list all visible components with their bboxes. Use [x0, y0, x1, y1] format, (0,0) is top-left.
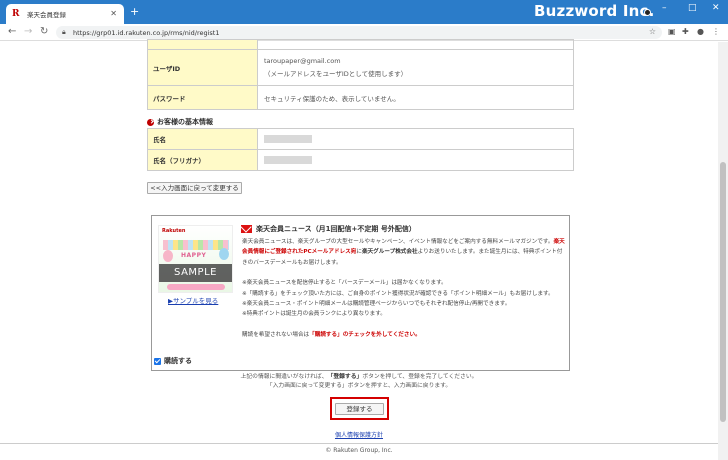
notice-text: ボタンを押して、登録を完了してください。	[362, 374, 478, 380]
basic-info-table: 氏名 氏名（フリガナ）	[147, 128, 574, 171]
browser-title-bar: R 楽天会員登録 ✕ + Buzzword Inc. – □ ✕	[0, 0, 728, 24]
optout-red: 「購読する」のチェックを外してください。	[309, 331, 421, 338]
register-button[interactable]: 登録する	[335, 403, 384, 415]
subscribe-checkbox[interactable]	[154, 357, 161, 365]
newsletter-box: Rakuten HAPPY SAMPLE ▶サンプルを見る 楽天会員ニュース（月…	[151, 215, 570, 371]
rakuten-favicon-icon: R	[12, 8, 20, 19]
close-window-button[interactable]: ✕	[712, 3, 720, 13]
name-label: 氏名	[147, 128, 258, 150]
bookmark-star-icon[interactable]: ☆	[649, 27, 656, 36]
newsletter-paragraph: 楽天会員ニュースは、楽天グループの大型セールやキャンペーン、イベント情報などをご…	[242, 237, 567, 268]
profile-icon[interactable]	[644, 9, 651, 16]
furigana-label: 氏名（フリガナ）	[147, 149, 258, 171]
user-id-note: （メールアドレスをユーザIDとして使用します）	[264, 70, 408, 78]
basic-info-heading-text: お客様の基本情報	[157, 118, 213, 126]
basic-info-heading: お客様の基本情報	[147, 117, 213, 127]
user-id-value: taroupaper@gmail.com （メールアドレスをユーザIDとして使用…	[257, 49, 574, 86]
optout-text: 購読を希望されない場合は「購読する」のチェックを外してください。	[242, 330, 567, 340]
address-bar[interactable]: 🔒︎ https://grp01.id.rakuten.co.jp/rms/ni…	[56, 26, 662, 39]
page-footer: © Rakuten Group, Inc.	[0, 443, 718, 460]
back-to-input-button[interactable]: <<入力画面に戻って変更する	[147, 182, 242, 194]
page-content: ユーザID taroupaper@gmail.com （メールアドレスをユーザI…	[0, 39, 718, 460]
url-text: https://grp01.id.rakuten.co.jp/rms/nid/r…	[73, 28, 220, 37]
forward-arrow-icon[interactable]: →	[24, 26, 32, 37]
name-redacted	[264, 135, 312, 143]
tab-title: 楽天会員登録	[27, 11, 66, 19]
newsletter-title: 楽天会員ニュース（月1回配信+不定期 号外配信）	[241, 224, 416, 234]
lock-icon: 🔒︎	[62, 28, 66, 36]
balloon-icon	[163, 250, 173, 262]
note-item: ※「購読する」をチェック頂いた方には、ご自身のポイント獲得状況が確認できる「ポイ…	[242, 290, 554, 297]
newsletter-sample-image[interactable]: Rakuten HAPPY SAMPLE	[158, 225, 233, 293]
new-tab-button[interactable]: +	[130, 6, 139, 17]
view-sample-link[interactable]: ▶サンプルを見る	[168, 295, 218, 305]
password-label: パスワード	[147, 85, 258, 110]
balloon-icon	[219, 248, 229, 260]
bunting-decoration	[163, 240, 229, 250]
subscribe-label-text: 購読する	[164, 357, 192, 365]
desc-bold-text: 楽天グループ株式会社	[361, 249, 418, 256]
subscribe-checkbox-label[interactable]: 購読する	[154, 356, 192, 366]
back-arrow-icon[interactable]: ←	[8, 26, 16, 37]
browser-tab[interactable]: R 楽天会員登録 ✕	[6, 4, 124, 24]
table-value-cell	[257, 39, 574, 50]
minimize-button[interactable]: –	[662, 3, 667, 13]
privacy-policy-link[interactable]: 個人情報保護方針	[140, 430, 578, 439]
user-id-email: taroupaper@gmail.com	[264, 57, 341, 65]
optout-plain: 購読を希望されない場合は	[242, 331, 310, 338]
newsletter-description: 楽天会員ニュースは、楽天グループの大型セールやキャンペーン、イベント情報などをご…	[242, 237, 567, 340]
note-item: ※特典ポイントは誕生月の会員ランクにより異なります。	[242, 311, 386, 318]
maximize-button[interactable]: □	[688, 3, 697, 13]
section-bullet-icon	[147, 118, 154, 126]
puzzle-icon[interactable]: ✚	[682, 27, 689, 36]
thumb-ribbon	[167, 284, 225, 290]
tab-close-icon[interactable]: ✕	[110, 9, 117, 18]
desc-text: 楽天会員ニュースは、楽天グループの大型セールやキャンペーン、イベント情報などをご…	[242, 239, 554, 245]
account-icon[interactable]: ●	[697, 27, 704, 36]
brand-overlay: Buzzword Inc.	[534, 2, 655, 20]
page-scrollbar[interactable]	[718, 42, 728, 460]
furigana-value	[257, 149, 574, 171]
notice-line-2: 「入力画面に戻って変更する」ボタンを押すと、入力画面に戻ります。	[266, 382, 452, 389]
account-table: ユーザID taroupaper@gmail.com （メールアドレスをユーザI…	[147, 39, 574, 110]
notice-line-1: 上記の情報に間違いがなければ、「登録する」ボタンを押して、登録を完了してください…	[140, 373, 578, 382]
sample-overlay: SAMPLE	[159, 264, 232, 282]
furigana-redacted	[264, 156, 312, 164]
note-item: ※楽天会員ニュースを配信停止すると「バースデーメール」は届かなくなります。	[242, 280, 447, 287]
user-id-label: ユーザID	[147, 49, 258, 86]
table-label-cell	[147, 39, 258, 50]
extension-icon[interactable]: ▣	[668, 27, 676, 36]
reload-icon[interactable]: ↻	[40, 26, 48, 37]
notice-text: 上記の情報に間違いがなければ、	[240, 374, 328, 380]
thumb-logo: Rakuten	[162, 228, 186, 234]
notice-bold: 「登録する」	[327, 374, 363, 380]
envelope-icon	[241, 225, 252, 233]
thumb-happy-text: HAPPY	[181, 252, 207, 259]
note-item: ※楽天会員ニュース・ポイント明細メールは購読管理ページからいつでもそれぞれ配信停…	[242, 301, 511, 308]
menu-icon[interactable]: ⋮	[712, 27, 720, 36]
confirm-notice: 上記の情報に間違いがなければ、「登録する」ボタンを押して、登録を完了してください…	[140, 373, 578, 390]
password-value: セキュリティ保護のため、表示していません。	[257, 85, 574, 110]
name-value	[257, 128, 574, 150]
newsletter-title-text: 楽天会員ニュース（月1回配信+不定期 号外配信）	[256, 225, 416, 233]
scrollbar-thumb[interactable]	[720, 162, 726, 422]
